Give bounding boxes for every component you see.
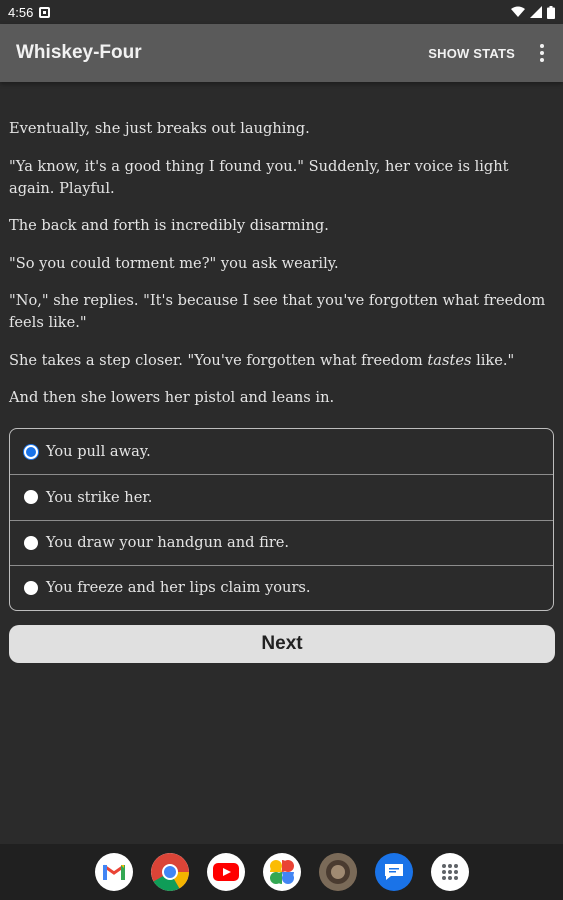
story-paragraph: The back and forth is incredibly disarmi…	[9, 217, 329, 234]
choice-label: You pull away.	[46, 443, 151, 461]
wifi-icon	[511, 6, 525, 17]
story-paragraph: "So you could torment me?" you ask weari…	[9, 254, 339, 272]
story-paragraph: She takes a step closer. "You've forgott…	[9, 351, 515, 369]
choice-label: You draw your handgun and fire.	[46, 534, 290, 552]
status-time: 4:56	[8, 4, 34, 20]
radio-icon[interactable]	[24, 580, 38, 595]
app-dock	[0, 844, 563, 900]
youtube-icon[interactable]	[206, 853, 245, 891]
story-paragraph: And then she lowers her pistol and leans…	[9, 389, 335, 406]
emphasis-text: tastes	[427, 351, 472, 369]
choice-label: You strike her.	[46, 488, 153, 506]
choice-option-pull-away[interactable]: You pull away.	[10, 429, 553, 474]
story-text: Eventually, she just breaks out laughing…	[9, 118, 557, 425]
chrome-icon[interactable]	[150, 853, 189, 891]
show-stats-button[interactable]: SHOW STATS	[428, 46, 515, 61]
messages-icon[interactable]	[374, 853, 413, 891]
choice-option-fire[interactable]: You draw your handgun and fire.	[10, 519, 553, 565]
story-paragraph: "Ya know, it's a good thing I found you.…	[9, 157, 509, 197]
radio-selected-icon[interactable]	[24, 444, 38, 459]
signal-icon	[530, 6, 542, 18]
radio-icon[interactable]	[24, 535, 38, 550]
notification-icon	[39, 6, 51, 18]
overflow-menu-icon[interactable]	[533, 42, 551, 64]
story-paragraph: Eventually, she just breaks out laughing…	[9, 120, 310, 137]
radio-icon[interactable]	[24, 490, 38, 505]
app-drawer-icon[interactable]	[430, 853, 469, 891]
app-actions: SHOW STATS	[428, 42, 547, 64]
choice-label: You freeze and her lips claim yours.	[46, 579, 311, 597]
gmail-icon[interactable]	[94, 853, 133, 891]
game-app-icon[interactable]	[318, 853, 357, 891]
status-icons	[511, 5, 555, 19]
battery-icon	[547, 5, 555, 19]
choice-option-strike[interactable]: You strike her.	[10, 474, 553, 519]
story-paragraph: "No," she replies. "It's because I see t…	[9, 292, 546, 331]
app-bar: Whiskey-Four SHOW STATS	[0, 24, 563, 82]
status-bar: 4:56	[0, 0, 563, 24]
choice-list: You pull away. You strike her. You draw …	[9, 428, 554, 611]
next-button[interactable]: Next	[9, 625, 555, 663]
photos-icon[interactable]	[262, 853, 301, 891]
choice-option-freeze[interactable]: You freeze and her lips claim yours.	[10, 564, 553, 610]
app-title: Whiskey-Four	[16, 42, 142, 63]
